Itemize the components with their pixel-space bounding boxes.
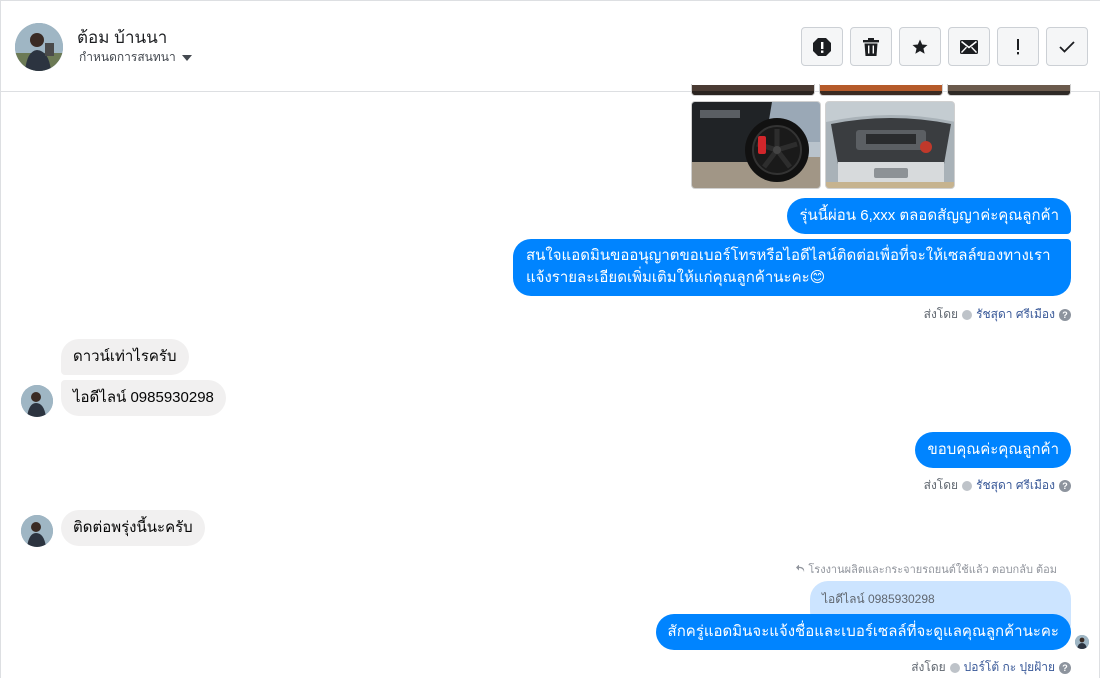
conversation-settings-label: กำหนดการสนทนา [79, 50, 176, 64]
contact-avatar[interactable] [15, 23, 63, 71]
reply-arrow-icon [796, 565, 805, 572]
flag-button[interactable] [997, 27, 1039, 66]
help-icon[interactable]: ? [1059, 308, 1071, 321]
checkmark-icon [1059, 40, 1075, 53]
incoming-message[interactable]: ติดต่อพรุ่งนี้นะครับ [61, 510, 205, 546]
star-icon [912, 39, 928, 54]
conversation-settings-dropdown[interactable]: กำหนดการสนทนา [79, 48, 192, 67]
agent-name[interactable]: รัชสุดา ศรีเมือง [976, 305, 1055, 324]
trash-icon [863, 37, 879, 56]
sender-avatar [21, 385, 53, 417]
star-button[interactable] [899, 27, 941, 66]
sent-by-prefix: ส่งโดย [923, 478, 959, 492]
sent-by-prefix: ส่งโดย [923, 307, 959, 321]
incoming-message[interactable]: ดาวน์เท่าไรครับ [61, 339, 189, 375]
sent-by-label: ส่งโดย รัชสุดา ศรีเมือง ? [924, 476, 1071, 495]
reply-context-text: โรงงานผลิตและกระจายรถยนต์ใช้แล้ว ตอบกลับ… [808, 564, 1057, 576]
car-photo-engine[interactable] [825, 101, 955, 189]
conversation-panel: ต้อม บ้านนา กำหนดการสนทนา รุ่นนี้ผ่อน 6,… [0, 0, 1100, 678]
conversation-header: ต้อม บ้านนา กำหนดการสนทนา [1, 1, 1100, 92]
outgoing-message[interactable]: รุ่นนี้ผ่อน 6,xxx ตลอดสัญญาค่ะคุณลูกค้า [787, 198, 1071, 234]
mark-unread-button[interactable] [948, 27, 990, 66]
seen-indicator-avatar [1075, 635, 1089, 649]
conversation-toolbar [801, 27, 1088, 66]
help-icon[interactable]: ? [1059, 479, 1071, 492]
car-photo-partial-2[interactable] [819, 84, 943, 96]
car-photo-wheel[interactable] [691, 101, 821, 189]
outgoing-message[interactable]: ขอบคุณค่ะคุณลูกค้า [915, 432, 1071, 468]
sent-by-label: ส่งโดย ปอร์โต้ กะ ปุยฝ้าย ? [911, 658, 1071, 677]
outgoing-message[interactable]: สักครู่แอดมินจะแจ้งชื่อและเบอร์เซลล์ที่จ… [655, 614, 1071, 650]
verified-badge-icon [962, 480, 973, 491]
help-icon[interactable]: ? [1059, 661, 1071, 674]
outgoing-message[interactable]: สนใจแอดมินขออนุญาตขอเบอร์โทรหรือไอดีไลน์… [513, 239, 1071, 296]
mark-done-button[interactable] [1046, 27, 1088, 66]
car-photo-partial-3[interactable] [947, 84, 1071, 96]
incoming-message[interactable]: ไอดีไลน์ 0985930298 [61, 380, 226, 416]
sent-by-label: ส่งโดย รัชสุดา ศรีเมือง ? [924, 305, 1071, 324]
report-icon [813, 37, 831, 56]
exclamation-icon [1017, 38, 1019, 54]
agent-name[interactable]: ปอร์โต้ กะ ปุยฝ้าย [964, 658, 1055, 677]
delete-button[interactable] [850, 27, 892, 66]
caret-down-icon [181, 55, 192, 61]
verified-badge-icon [962, 309, 973, 320]
car-photo-partial-1[interactable] [691, 84, 815, 96]
sender-avatar [21, 515, 53, 547]
sent-by-prefix: ส่งโดย [911, 660, 946, 674]
contact-name[interactable]: ต้อม บ้านนา [77, 24, 167, 51]
quoted-message-text: ไอดีไลน์ 0985930298 [822, 592, 935, 606]
reply-context: โรงงานผลิตและกระจายรถยนต์ใช้แล้ว ตอบกลับ… [796, 560, 1057, 578]
envelope-icon [960, 39, 978, 54]
agent-name[interactable]: รัชสุดา ศรีเมือง [976, 476, 1055, 495]
verified-badge-icon [949, 662, 960, 673]
report-button[interactable] [801, 27, 843, 66]
